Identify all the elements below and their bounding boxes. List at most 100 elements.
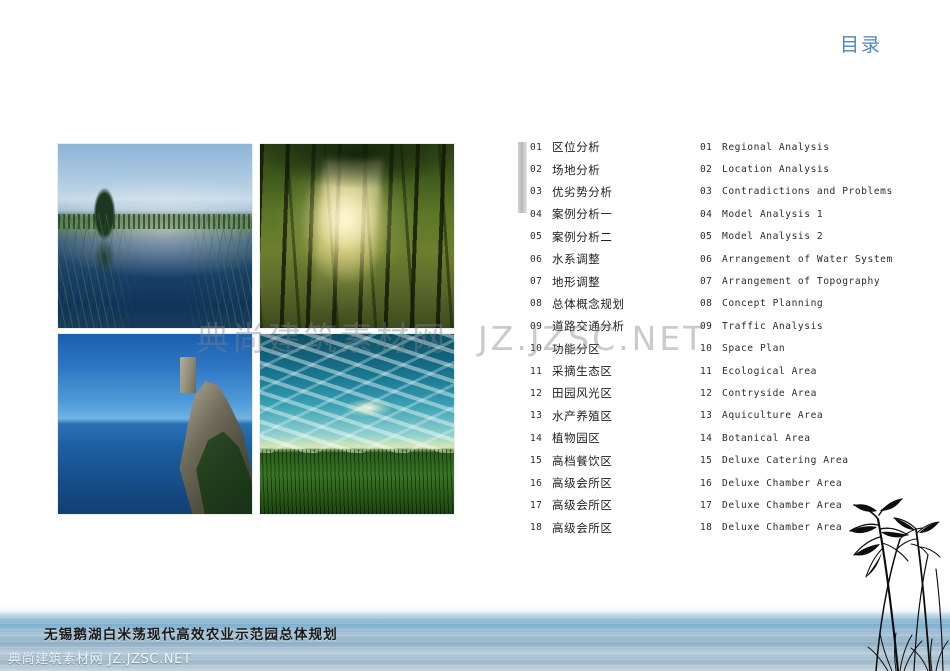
toc-item-en-row[interactable]: 17 Deluxe Chamber Area [700,494,950,516]
toc-item-en-row[interactable]: 13 Aquiculture Area [700,405,950,427]
toc-item-cn-row[interactable]: 03 优劣势分析 [530,181,700,203]
toc-item-en-number: 02 [700,164,713,176]
toc-item-cn-number: 12 [530,387,543,399]
toc-item-cn-row[interactable]: 12 田园风光区 [530,382,700,404]
toc-item-en-row[interactable]: 07 Arrangement of Topography [700,270,950,292]
toc-item-cn-row[interactable]: 10 功能分区 [530,338,700,360]
page-title: 目录 [839,34,882,56]
toc-item-en-label: Contryside Area [722,387,817,399]
tree-reflection-shape [89,226,121,282]
stone-tower-shape [180,357,196,394]
toc-item-cn-row[interactable]: 17 高级会所区 [530,494,700,516]
toc-item-en-row[interactable]: 01 Regional Analysis [700,136,950,158]
toc-item-cn-label: 案例分析二 [552,229,613,244]
toc-item-cn-row[interactable]: 13 水产养殖区 [530,405,700,427]
toc-item-en-number: 18 [700,522,713,534]
wetland-pond-photo [57,143,253,329]
toc-item-cn-label: 采摘生态区 [552,364,613,379]
toc-item-cn-number: 07 [530,276,543,288]
toc-item-cn-label: 总体概念规划 [552,296,625,311]
toc-item-en-number: 05 [700,231,713,243]
toc-item-cn-number: 13 [530,410,543,422]
toc-item-cn-number: 05 [530,231,543,243]
toc-item-cn-label: 区位分析 [552,140,601,155]
toc-item-en-row[interactable]: 03 Contradictions and Problems [700,181,950,203]
toc-item-cn-number: 08 [530,298,543,310]
toc-item-en-row[interactable]: 04 Model Analysis 1 [700,203,950,225]
footer-project-title: 无锡鹅湖白米荡现代高效农业示范园总体规划 [44,627,338,643]
toc-item-cn-label: 高档餐饮区 [552,453,613,468]
toc-item-cn-label: 地形调整 [552,274,601,289]
toc-item-en-row[interactable]: 10 Space Plan [700,338,950,360]
toc-item-en-label: Model Analysis 1 [722,208,824,220]
toc-item-en-number: 08 [700,298,713,310]
toc-item-cn-row[interactable]: 16 高级会所区 [530,472,700,494]
toc-item-cn-number: 03 [530,186,543,198]
toc-item-en-row[interactable]: 09 Traffic Analysis [700,315,950,337]
toc-item-en-label: Deluxe Chamber Area [722,477,843,489]
toc-item-en-row[interactable]: 18 Deluxe Chamber Area [700,517,950,539]
toc-item-en-row[interactable]: 16 Deluxe Chamber Area [700,472,950,494]
toc-item-en-row[interactable]: 05 Model Analysis 2 [700,226,950,248]
toc-item-cn-label: 场地分析 [552,162,601,177]
toc-item-cn-label: 道路交通分析 [552,319,625,334]
toc-item-cn-row[interactable]: 02 场地分析 [530,158,700,180]
meadow-sunset-photo [259,333,455,515]
toc-item-en-number: 06 [700,253,713,265]
toc-item-cn-number: 14 [530,432,543,444]
toc-item-cn-row[interactable]: 04 案例分析一 [530,203,700,225]
toc-item-cn-label: 高级会所区 [552,520,613,535]
toc-item-cn-label: 水产养殖区 [552,408,613,423]
toc-english-column: 01 Regional Analysis 02 Location Analysis 03… [700,136,950,539]
toc-item-en-number: 10 [700,343,713,355]
toc-item-en-number: 07 [700,276,713,288]
table-of-contents: 01 区位分析 02 场地分析 03 优劣势分析 04 案例分析一 05 案例分析二 06 水系调整 0… [512,136,942,536]
toc-item-cn-row[interactable]: 18 高级会所区 [530,517,700,539]
accent-bar [518,142,527,213]
toc-item-cn-row[interactable]: 14 植物园区 [530,427,700,449]
toc-item-en-number: 03 [700,186,713,198]
toc-item-cn-row[interactable]: 05 案例分析二 [530,226,700,248]
toc-item-en-number: 17 [700,499,713,511]
toc-item-en-number: 15 [700,455,713,467]
toc-item-cn-label: 植物园区 [552,431,601,446]
toc-item-en-row[interactable]: 02 Location Analysis [700,158,950,180]
toc-item-cn-row[interactable]: 08 总体概念规划 [530,293,700,315]
toc-item-en-label: Space Plan [722,343,786,355]
toc-item-en-row[interactable]: 14 Botanical Area [700,427,950,449]
toc-item-cn-number: 10 [530,343,543,355]
toc-item-cn-row[interactable]: 07 地形调整 [530,270,700,292]
toc-item-en-label: Location Analysis [722,164,830,176]
toc-item-cn-number: 02 [530,164,543,176]
toc-item-cn-number: 15 [530,455,543,467]
toc-item-en-number: 12 [700,387,713,399]
tree-silhouette-shape [89,188,121,262]
toc-item-cn-row[interactable]: 06 水系调整 [530,248,700,270]
sunbeam-shape [311,158,384,314]
toc-item-en-label: Aquiculture Area [722,410,824,422]
toc-item-cn-label: 高级会所区 [552,498,613,513]
toc-item-en-label: Deluxe Chamber Area [722,522,843,534]
toc-item-en-row[interactable]: 06 Arrangement of Water System [700,248,950,270]
toc-item-cn-row[interactable]: 15 高档餐饮区 [530,449,700,471]
toc-item-cn-row[interactable]: 01 区位分析 [530,136,700,158]
image-gallery [57,143,455,515]
toc-item-en-row[interactable]: 12 Contryside Area [700,382,950,404]
toc-item-en-row[interactable]: 11 Ecological Area [700,360,950,382]
toc-item-en-row[interactable]: 08 Concept Planning [700,293,950,315]
sea-cliff-tower-photo [57,333,253,515]
toc-item-cn-label: 优劣势分析 [552,184,613,199]
toc-item-en-label: Concept Planning [722,298,824,310]
toc-item-en-row[interactable]: 15 Deluxe Catering Area [700,449,950,471]
toc-item-cn-number: 17 [530,499,543,511]
toc-item-cn-label: 田园风光区 [552,386,613,401]
toc-item-cn-row[interactable]: 11 采摘生态区 [530,360,700,382]
toc-item-en-label: Contradictions and Problems [722,186,893,198]
toc-item-en-label: Arrangement of Water System [722,253,893,265]
toc-item-cn-number: 04 [530,208,543,220]
toc-item-en-number: 01 [700,141,713,153]
toc-item-cn-row[interactable]: 09 道路交通分析 [530,315,700,337]
toc-item-en-number: 09 [700,320,713,332]
toc-item-cn-label: 水系调整 [552,252,601,267]
toc-item-cn-label: 功能分区 [552,341,601,356]
